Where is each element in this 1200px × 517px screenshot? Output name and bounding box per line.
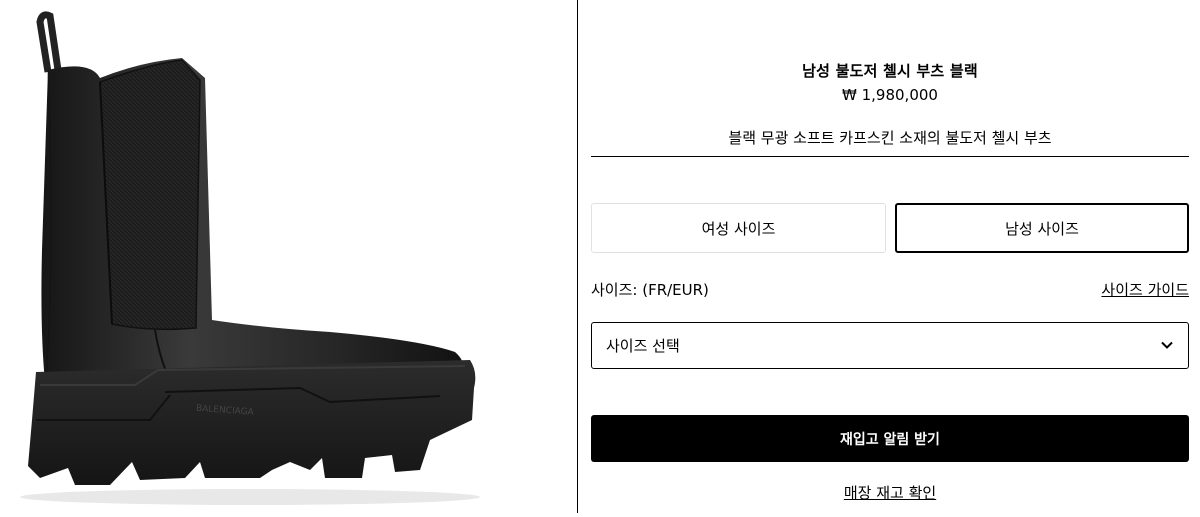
notify-restock-button[interactable]: 재입고 알림 받기 bbox=[591, 415, 1189, 462]
store-stock-link[interactable]: 매장 재고 확인 bbox=[844, 484, 936, 502]
chevron-down-icon bbox=[1161, 341, 1173, 349]
product-image: BALENCIAGA bbox=[0, 0, 577, 513]
size-select-value: 사이즈 선택 bbox=[606, 337, 680, 355]
size-select[interactable]: 사이즈 선택 bbox=[591, 322, 1189, 369]
product-description: 블랙 무광 소프트 카프스킨 소재의 불도저 첼시 부츠 bbox=[728, 129, 1052, 147]
description-divider bbox=[591, 156, 1189, 157]
store-stock-container: 매장 재고 확인 bbox=[591, 482, 1189, 503]
product-price: ₩ 1,980,000 bbox=[842, 86, 938, 104]
boot-illustration: BALENCIAGA bbox=[20, 11, 480, 505]
men-size-tab[interactable]: 남성 사이즈 bbox=[895, 203, 1189, 253]
size-label: 사이즈: (FR/EUR) bbox=[591, 281, 709, 299]
product-title: 남성 불도저 첼시 부츠 블랙 bbox=[802, 62, 978, 80]
women-size-tab[interactable]: 여성 사이즈 bbox=[591, 203, 886, 253]
panel-divider bbox=[577, 0, 578, 513]
product-details-panel: 남성 불도저 첼시 부츠 블랙 ₩ 1,980,000 블랙 무광 소프트 카프… bbox=[591, 0, 1189, 513]
size-guide-link[interactable]: 사이즈 가이드 bbox=[1101, 279, 1189, 300]
